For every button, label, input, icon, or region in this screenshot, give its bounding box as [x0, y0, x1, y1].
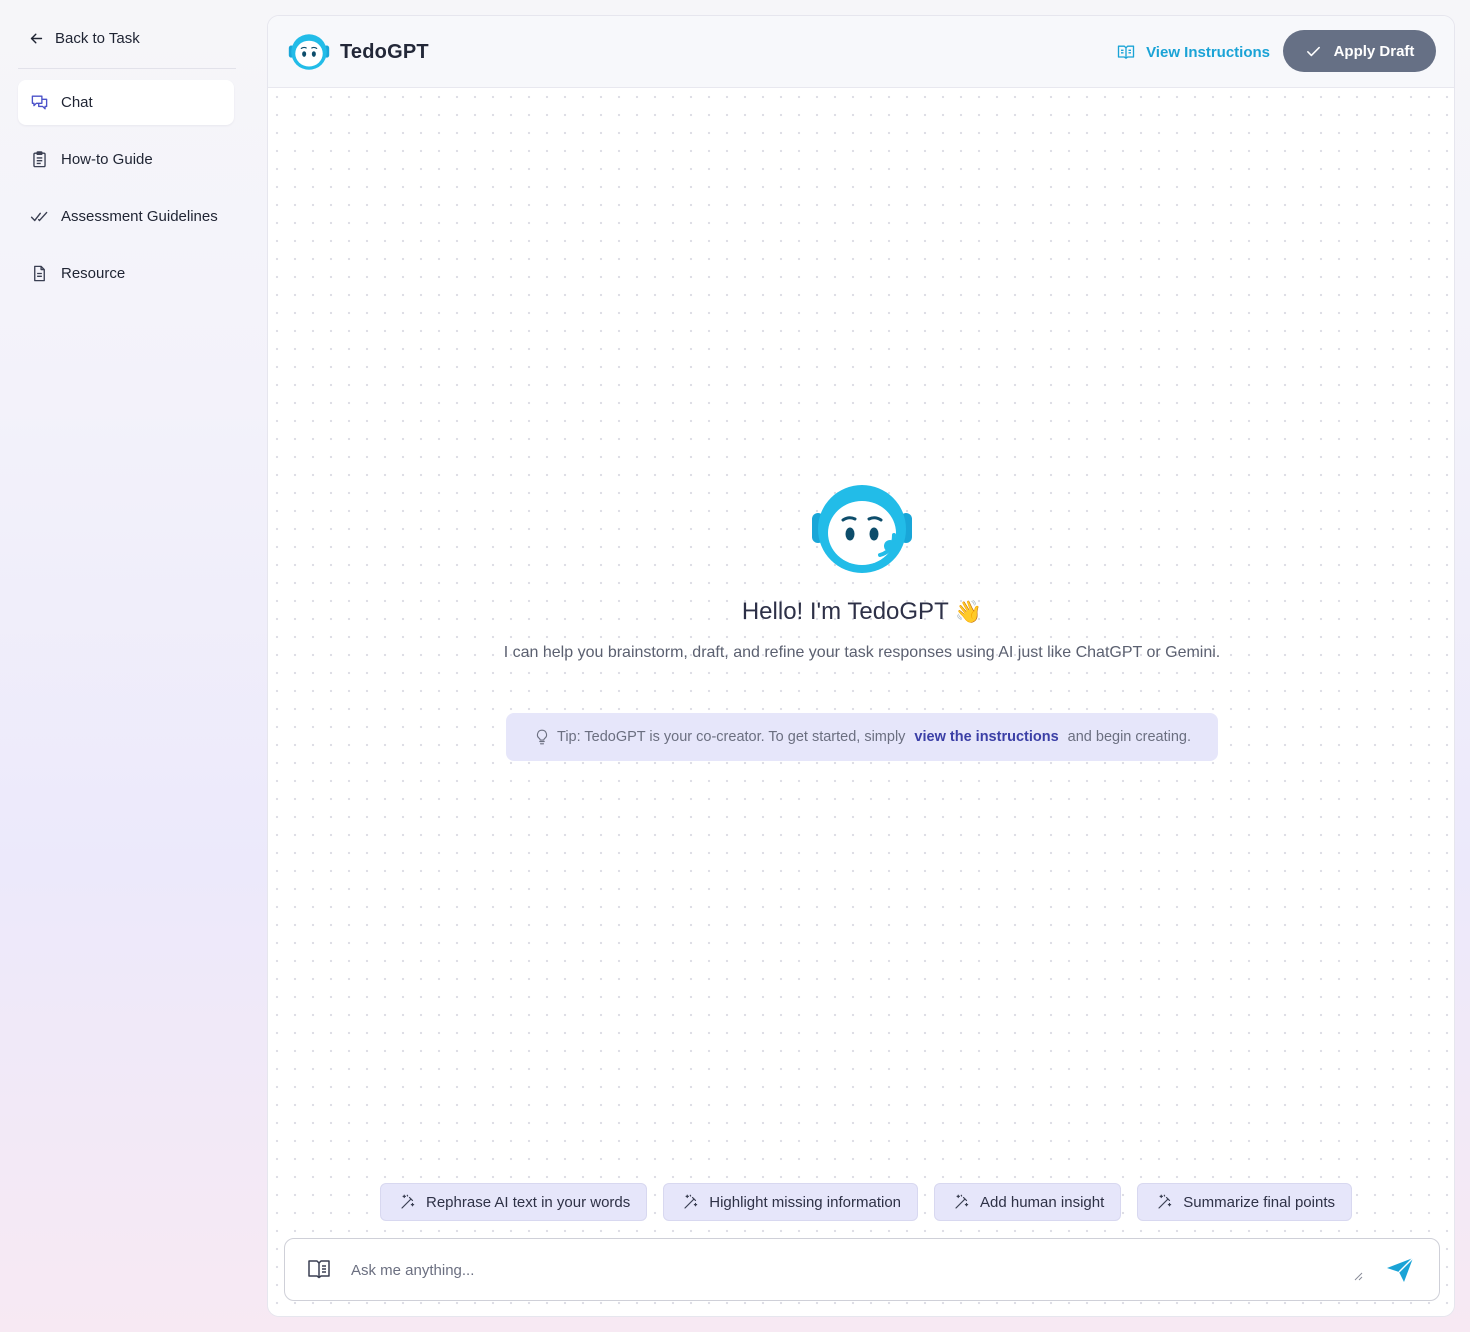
chat-panel: TedoGPT View Instructions Apply Draft He… — [267, 15, 1455, 1317]
sidebar-item-label: How-to Guide — [61, 151, 153, 168]
view-instructions-link[interactable]: view the instructions — [914, 729, 1058, 745]
brand: TedoGPT — [288, 32, 429, 72]
lightbulb-icon — [536, 729, 548, 745]
sidebar-item-label: Resource — [61, 265, 126, 282]
magic-wand-icon — [1158, 1194, 1172, 1209]
arrow-left-icon — [30, 33, 43, 43]
magic-wand-icon — [955, 1194, 969, 1209]
suggestion-label: Rephrase AI text in your words — [426, 1193, 631, 1211]
sidebar-item-how-to-guide[interactable]: How-to Guide — [18, 137, 234, 182]
welcome-block: Hello! I'm TedoGPT 👋 I can help you brai… — [268, 483, 1454, 662]
view-instructions-label: View Instructions — [1146, 43, 1270, 61]
chat-area: Hello! I'm TedoGPT 👋 I can help you brai… — [268, 88, 1454, 1316]
sidebar: Back to Task Chat How-to Guide Assessmen… — [0, 0, 252, 1332]
suggestion-chips: Rephrase AI text in your words Highlight… — [380, 1183, 1352, 1221]
message-composer — [284, 1238, 1440, 1301]
sidebar-item-label: Assessment Guidelines — [61, 208, 218, 225]
apply-draft-label: Apply Draft — [1333, 42, 1415, 60]
tedogpt-avatar-large-icon — [812, 485, 912, 573]
chat-icon — [31, 95, 48, 110]
tip-banner: Tip: TedoGPT is your co-creator. To get … — [506, 713, 1218, 761]
suggestion-highlight-missing[interactable]: Highlight missing information — [663, 1183, 919, 1221]
suggestion-add-insight[interactable]: Add human insight — [934, 1183, 1122, 1221]
view-instructions-button[interactable]: View Instructions — [1116, 41, 1270, 63]
welcome-title: Hello! I'm TedoGPT 👋 — [268, 598, 1454, 626]
welcome-title-text: Hello! I'm TedoGPT — [741, 598, 949, 625]
message-input[interactable] — [351, 1253, 1351, 1287]
send-button[interactable] — [1385, 1256, 1415, 1284]
resize-handle-icon[interactable] — [1353, 1271, 1363, 1281]
sidebar-divider — [18, 68, 236, 69]
magic-wand-icon — [684, 1194, 698, 1209]
app-title: TedoGPT — [340, 40, 429, 63]
clipboard-icon — [33, 151, 46, 168]
sidebar-nav: Chat How-to Guide Assessment Guidelines … — [18, 80, 234, 308]
tedogpt-avatar-icon — [288, 34, 330, 70]
sidebar-item-label: Chat — [61, 94, 93, 111]
back-to-task-link[interactable]: Back to Task — [28, 26, 140, 50]
chat-header: TedoGPT View Instructions Apply Draft — [268, 16, 1454, 88]
suggestion-summarize[interactable]: Summarize final points — [1137, 1183, 1352, 1221]
sidebar-item-resource[interactable]: Resource — [18, 251, 234, 296]
book-open-icon[interactable] — [307, 1258, 331, 1280]
sidebar-item-assessment-guidelines[interactable]: Assessment Guidelines — [18, 194, 234, 239]
welcome-subtitle: I can help you brainstorm, draft, and re… — [503, 644, 1221, 661]
double-check-icon — [30, 211, 48, 222]
sidebar-item-chat[interactable]: Chat — [18, 80, 234, 125]
back-to-task-label: Back to Task — [55, 29, 140, 47]
magic-wand-icon — [401, 1194, 415, 1209]
suggestion-label: Add human insight — [980, 1193, 1105, 1211]
suggestion-label: Summarize final points — [1183, 1193, 1335, 1211]
document-icon — [34, 265, 45, 282]
waving-hand-icon: 👋 — [954, 599, 983, 625]
check-icon — [1306, 46, 1320, 56]
suggestion-rephrase[interactable]: Rephrase AI text in your words — [380, 1183, 648, 1221]
tip-prefix: Tip: TedoGPT is your co-creator. To get … — [557, 729, 906, 745]
tip-suffix: and begin creating. — [1067, 729, 1191, 745]
send-icon — [1387, 1257, 1414, 1282]
suggestion-label: Highlight missing information — [709, 1193, 902, 1211]
book-open-icon — [1117, 45, 1135, 59]
apply-draft-button[interactable]: Apply Draft — [1283, 30, 1436, 72]
